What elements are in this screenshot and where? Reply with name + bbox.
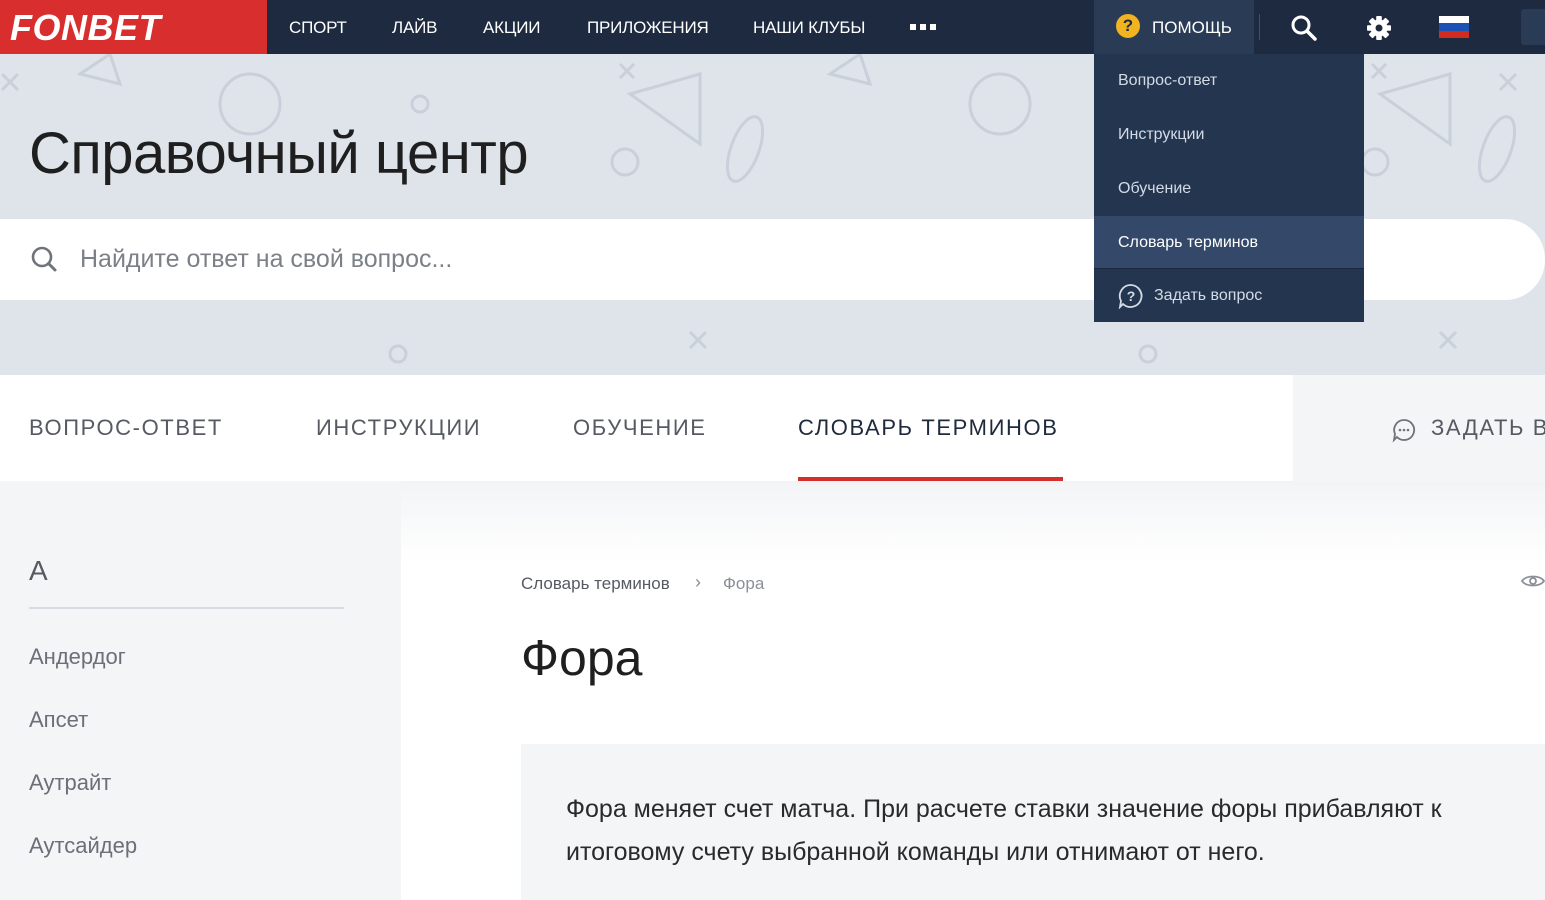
help-icon: ?	[1116, 14, 1140, 38]
header-divider	[1259, 14, 1260, 40]
svg-text:?: ?	[1127, 288, 1136, 304]
dropdown-item-label: Задать вопрос	[1154, 287, 1263, 304]
search-icon[interactable]	[30, 245, 58, 273]
breadcrumb-current: Фора	[723, 574, 765, 593]
letter-divider	[29, 607, 344, 609]
page-title-help-center: Справочный центр	[29, 121, 529, 186]
glossary-term-link[interactable]: Аутсайдер	[29, 833, 137, 859]
question-bubble-icon: ?	[1118, 284, 1143, 309]
nav-item-promotions[interactable]: АКЦИИ	[483, 18, 540, 38]
article-content: Словарь терминов › Фора Фора Фора меняет…	[401, 481, 1545, 900]
help-dropdown-menu: Вопрос-ответ Инструкции Обучение Словарь…	[1094, 54, 1364, 322]
glossary-term-link[interactable]: Апсет	[29, 707, 88, 733]
definition-box: Фора меняет счет матча. При расчете став…	[521, 744, 1545, 900]
eye-icon	[1521, 575, 1545, 587]
dropdown-item-glossary[interactable]: Словарь терминов	[1094, 216, 1364, 269]
ask-question-label: ЗАДАТЬ В	[1431, 415, 1545, 440]
glossary-sidebar: А Андердог Апсет Аутрайт Аутсайдер	[0, 481, 401, 900]
dropdown-item-instructions[interactable]: Инструкции	[1094, 108, 1364, 161]
dropdown-item-learning[interactable]: Обучение	[1094, 162, 1364, 215]
logo-text: FONBET	[10, 7, 161, 48]
dropdown-item-ask-question[interactable]: ? Задать вопрос	[1094, 269, 1364, 322]
fonbet-logo[interactable]: FONBET	[0, 0, 267, 54]
ask-question-button[interactable]: ЗАДАТЬ В	[1293, 375, 1545, 481]
nav-item-sport[interactable]: СПОРТ	[289, 18, 347, 38]
login-button-edge[interactable]	[1521, 9, 1545, 45]
search-icon[interactable]	[1290, 14, 1318, 47]
more-icon[interactable]	[910, 24, 936, 30]
dropdown-item-label: Словарь терминов	[1118, 234, 1258, 251]
nav-item-live[interactable]: ЛАЙВ	[392, 18, 437, 38]
tab-instructions[interactable]: ИНСТРУКЦИИ	[316, 415, 481, 441]
help-menu-button[interactable]: ? ПОМОЩЬ	[1094, 0, 1254, 54]
help-label: ПОМОЩЬ	[1152, 18, 1232, 37]
breadcrumb-separator: ›	[695, 572, 701, 592]
glossary-term-link[interactable]: Аутрайт	[29, 770, 111, 796]
tab-glossary[interactable]: СЛОВАРЬ ТЕРМИНОВ	[798, 415, 1059, 441]
glossary-term-link[interactable]: Андердог	[29, 644, 126, 670]
article-title: Фора	[521, 630, 643, 686]
tab-faq[interactable]: ВОПРОС-ОТВЕТ	[29, 415, 223, 441]
tab-learning[interactable]: ОБУЧЕНИЕ	[573, 415, 707, 441]
definition-text: Фора меняет счет матча. При расчете став…	[566, 795, 1442, 866]
section-tabs: ВОПРОС-ОТВЕТ ИНСТРУКЦИИ ОБУЧЕНИЕ СЛОВАРЬ…	[0, 375, 1545, 481]
dropdown-item-faq[interactable]: Вопрос-ответ	[1094, 54, 1364, 107]
breadcrumb-glossary-link[interactable]: Словарь терминов	[521, 574, 670, 594]
dropdown-item-label: Вопрос-ответ	[1118, 72, 1218, 89]
gear-icon[interactable]	[1365, 14, 1393, 47]
alphabet-letter-heading: А	[29, 555, 48, 586]
dropdown-item-label: Обучение	[1118, 180, 1192, 197]
russian-flag-icon[interactable]	[1439, 16, 1469, 38]
nav-item-apps[interactable]: ПРИЛОЖЕНИЯ	[587, 18, 709, 38]
dropdown-item-label: Инструкции	[1118, 126, 1205, 143]
help-search-input[interactable]	[80, 241, 980, 277]
nav-item-clubs[interactable]: НАШИ КЛУБЫ	[753, 18, 865, 38]
top-navigation-bar: FONBET СПОРТ ЛАЙВ АКЦИИ ПРИЛОЖЕНИЯ НАШИ …	[0, 0, 1545, 54]
chat-bubble-icon	[1392, 419, 1416, 443]
